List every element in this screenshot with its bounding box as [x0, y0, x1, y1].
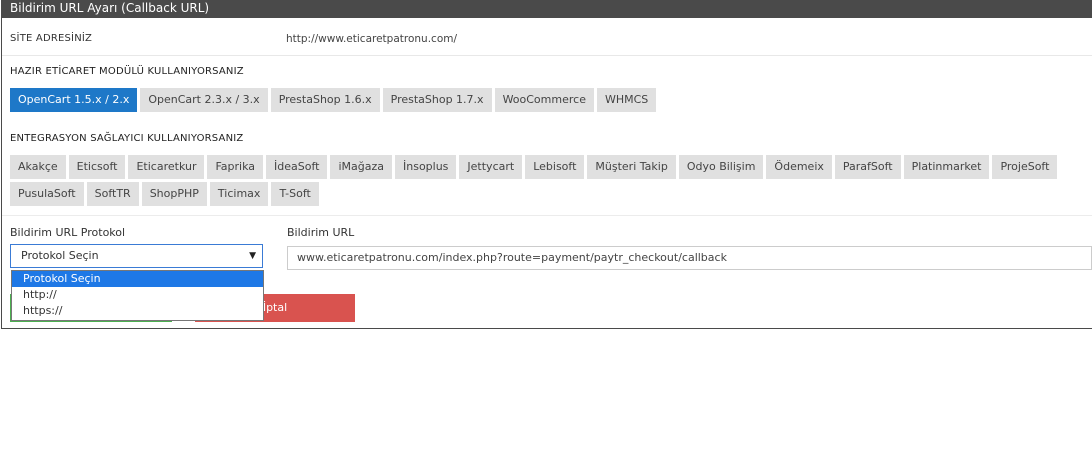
provider-button[interactable]: Ödemeix [766, 155, 832, 179]
chevron-down-icon: ▼ [249, 251, 256, 261]
provider-button[interactable]: Ticimax [209, 182, 269, 206]
section-divider [2, 215, 1092, 216]
protocol-option[interactable]: https:// [12, 303, 263, 319]
provider-button[interactable]: SoftTR [86, 182, 139, 206]
provider-button[interactable]: Eticsoft [68, 155, 126, 179]
providers-title: ENTEGRASYON SAĞLAYICI KULLANIYORSANIZ [10, 133, 244, 144]
site-address-row: SİTE ADRESİNİZ http://www.eticaretpatron… [2, 18, 1092, 56]
protocol-option[interactable]: Protokol Seçin [12, 271, 263, 287]
protocol-dropdown-list: Protokol Seçin http:// https:// [11, 270, 264, 321]
site-address-label: SİTE ADRESİNİZ [10, 33, 93, 44]
callback-settings-panel: Bildirim URL Ayarı (Callback URL) SİTE A… [1, 0, 1092, 329]
provider-button[interactable]: ShopPHP [141, 182, 207, 206]
site-address-value: http://www.eticaretpatronu.com/ [286, 33, 458, 45]
provider-button[interactable]: Müşteri Takip [587, 155, 676, 179]
module-button[interactable]: WooCommerce [494, 88, 594, 112]
callback-url-label: Bildirim URL [287, 226, 355, 239]
provider-button[interactable]: Eticaretkur [128, 155, 205, 179]
protocol-select[interactable]: Protokol Seçin ▼ [10, 244, 263, 268]
provider-button[interactable]: Platinmarket [903, 155, 990, 179]
module-button[interactable]: OpenCart 1.5.x / 2.x [10, 88, 138, 112]
module-button[interactable]: PrestaShop 1.6.x [270, 88, 380, 112]
panel-title: Bildirim URL Ayarı (Callback URL) [2, 0, 1092, 18]
provider-button[interactable]: İnsoplus [395, 155, 457, 179]
protocol-select-value: Protokol Seçin [21, 249, 99, 262]
modules-title: HAZIR ETİCARET MODÜLÜ KULLANIYORSANIZ [10, 66, 244, 77]
provider-button[interactable]: Faprika [207, 155, 264, 179]
protocol-label: Bildirim URL Protokol [10, 226, 126, 239]
provider-button[interactable]: iMağaza [330, 155, 392, 179]
provider-button[interactable]: Odyo Bilişim [678, 155, 764, 179]
provider-button[interactable]: Akakçe [10, 155, 66, 179]
callback-url-field[interactable]: www.eticaretpatronu.com/index.php?route=… [287, 246, 1092, 270]
module-button[interactable]: OpenCart 2.3.x / 3.x [140, 88, 268, 112]
provider-button[interactable]: İdeaSoft [266, 155, 328, 179]
providers-button-group: Akakçe Eticsoft Eticaretkur Faprika İdea… [10, 155, 1085, 206]
module-button[interactable]: WHMCS [596, 88, 657, 112]
provider-button[interactable]: Lebisoft [525, 155, 585, 179]
provider-button[interactable]: ParafSoft [834, 155, 901, 179]
protocol-option[interactable]: http:// [12, 287, 263, 303]
provider-button[interactable]: ProjeSoft [992, 155, 1058, 179]
provider-button[interactable]: T-Soft [271, 182, 319, 206]
provider-button[interactable]: PusulaSoft [10, 182, 84, 206]
modules-button-group: OpenCart 1.5.x / 2.x OpenCart 2.3.x / 3.… [10, 88, 657, 112]
module-button[interactable]: PrestaShop 1.7.x [382, 88, 492, 112]
provider-button[interactable]: Jettycart [459, 155, 523, 179]
